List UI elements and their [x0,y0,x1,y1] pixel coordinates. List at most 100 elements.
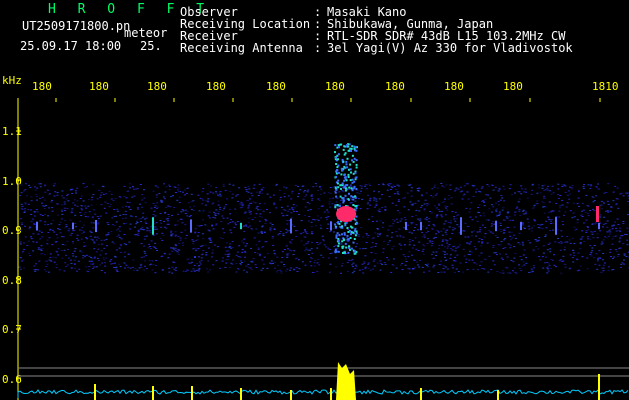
noise-pixel [251,229,254,231]
noise-pixel [247,266,250,268]
noise-pixel [176,224,179,226]
noise-pixel [91,264,94,265]
noise-pixel [580,214,583,216]
noise-pixel [236,251,239,253]
noise-pixel [526,197,529,199]
noise-pixel [85,186,88,188]
noise-pixel [61,195,63,197]
noise-pixel [432,266,435,268]
noise-pixel [310,226,313,228]
noise-pixel [144,252,147,254]
noise-pixel [223,232,226,234]
noise-pixel [503,239,505,241]
noise-pixel [615,227,618,229]
noise-pixel [462,248,465,250]
noise-pixel [361,263,364,265]
noise-pixel [606,220,609,222]
noise-pixel [305,243,308,245]
noise-pixel [124,210,127,212]
noise-pixel [594,263,597,265]
noise-pixel [52,256,55,258]
noise-pixel [260,232,263,233]
noise-pixel [428,240,431,242]
noise-pixel [217,213,220,215]
noise-pixel [19,218,22,220]
noise-pixel [33,269,36,271]
noise-pixel [569,210,572,212]
noise-pixel [512,261,515,263]
noise-pixel [215,209,218,211]
noise-pixel [30,200,33,202]
noise-pixel [572,249,575,251]
noise-pixel [434,237,437,239]
echo-pixel [355,149,358,152]
noise-pixel [422,253,425,255]
noise-pixel [432,251,435,253]
noise-pixel [72,242,74,244]
noise-pixel [239,263,242,265]
noise-pixel [506,212,509,214]
noise-pixel [506,256,509,258]
noise-pixel [587,215,590,217]
echo-pixel [343,165,346,168]
noise-pixel [533,267,536,269]
noise-pixel [354,268,357,270]
noise-pixel [536,240,539,242]
noise-pixel [176,220,179,222]
noise-pixel [221,260,224,262]
noise-pixel [508,216,511,218]
noise-pixel [426,264,429,266]
noise-pixel [537,184,540,186]
noise-pixel [418,266,421,268]
noise-pixel [547,268,550,270]
noise-pixel [198,265,201,266]
echo-pixel [335,195,338,198]
noise-pixel [281,251,284,253]
noise-pixel [441,240,444,242]
noise-pixel [378,198,381,200]
noise-pixel [125,243,128,245]
noise-pixel [261,260,264,262]
noise-pixel [358,269,361,271]
noise-pixel [327,216,330,218]
noise-pixel [316,270,319,272]
noise-pixel [51,229,54,231]
noise-pixel [587,184,590,186]
noise-pixel [527,222,530,223]
noise-pixel [537,224,540,225]
noise-pixel [409,272,412,274]
noise-pixel [299,189,302,191]
noise-pixel [356,189,359,191]
noise-pixel [399,236,402,238]
noise-pixel [467,236,470,238]
noise-pixel [105,238,108,240]
noise-pixel [198,261,201,263]
noise-pixel [332,228,335,230]
noise-pixel [601,208,603,210]
noise-pixel [595,195,598,197]
noise-pixel [180,218,183,220]
noise-pixel [240,264,242,266]
noise-pixel [359,208,362,210]
noise-pixel [443,198,446,200]
noise-pixel [395,267,398,269]
noise-pixel [90,204,93,206]
noise-pixel [163,226,166,228]
noise-pixel [602,253,605,254]
noise-pixel [212,216,215,218]
noise-pixel [522,244,525,246]
noise-pixel [147,247,150,249]
noise-pixel [510,238,513,240]
noise-pixel [528,228,531,230]
noise-pixel [379,269,382,271]
echo-pixel [355,222,358,225]
noise-pixel [448,226,451,228]
noise-pixel [93,256,96,258]
noise-pixel [494,186,497,188]
noise-pixel [443,271,446,273]
noise-pixel [174,224,177,226]
noise-pixel [618,239,621,241]
noise-pixel [129,223,132,225]
noise-pixel [214,212,217,214]
noise-pixel [304,190,307,192]
